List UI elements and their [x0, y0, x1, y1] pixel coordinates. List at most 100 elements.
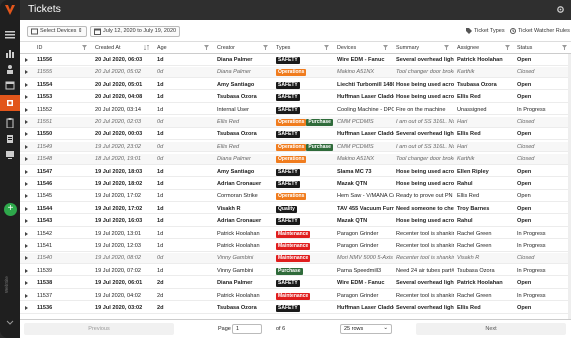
- expand-row-icon[interactable]: [25, 244, 28, 248]
- cell-id: 11539: [37, 267, 53, 274]
- next-button[interactable]: Next: [416, 323, 566, 335]
- table-row[interactable]: 11536 19 Jul 2020, 03:02 2d Tsubasa Ozora SA…: [20, 303, 571, 314]
- expand-row-icon[interactable]: [25, 82, 28, 87]
- table-row[interactable]: 11554 20 Jul 2020, 05:01 1d Amy Santiago SAF…: [20, 80, 571, 91]
- table-row[interactable]: 11548 18 Jul 2020, 19:01 0d Diana Palmer Ope…: [20, 154, 571, 165]
- table-row[interactable]: 11537 19 Jul 2020, 04:02 2d Patrick Hoolaha…: [20, 291, 571, 302]
- table-row[interactable]: 11555 20 Jul 2020, 05:02 0d Diana Palmer Ope…: [20, 67, 571, 78]
- table-row[interactable]: 11543 19 Jul 2020, 16:03 1d Adrian Cronauer…: [20, 216, 571, 227]
- column-header-status[interactable]: Status: [517, 45, 532, 51]
- cell-summary: Ready to prove out PN 90: [396, 193, 454, 200]
- cell-assignee: Rachel Green: [457, 230, 492, 237]
- column-header-assignee[interactable]: Assignee: [457, 45, 479, 51]
- cell-age: 0d: [157, 156, 164, 163]
- table-row[interactable]: 11553 20 Jul 2020, 04:08 1d Tsubasa Ozora SA…: [20, 92, 571, 103]
- filter-icon[interactable]: [383, 45, 388, 50]
- cell-assignee: Karthik: [457, 156, 475, 163]
- expand-row-icon[interactable]: [25, 95, 28, 100]
- monitor-icon[interactable]: [5, 150, 15, 160]
- cell-created-at: 19 Jul 2020, 17:02: [95, 193, 142, 200]
- cell-created-at: 19 Jul 2020, 06:01: [95, 280, 143, 287]
- table-row[interactable]: 11540 19 Jul 2020, 08:02 0d Vinny Gambini Ma…: [20, 253, 571, 264]
- cell-types: Operations: [276, 193, 334, 201]
- ticket-types-link[interactable]: Ticket Types: [466, 28, 505, 34]
- type-badge: Purchase: [306, 119, 333, 126]
- table-row[interactable]: 11544 19 Jul 2020, 17:02 1d Visakh R Quality…: [20, 204, 571, 215]
- cell-summary: Need someone to check: [396, 205, 454, 212]
- expand-row-icon[interactable]: [25, 182, 28, 186]
- collapse-icon[interactable]: [5, 318, 15, 328]
- type-badge: Maintenance: [276, 292, 311, 300]
- page-title: Tickets: [28, 3, 61, 15]
- column-header-summary[interactable]: Summary: [396, 45, 419, 51]
- expand-row-icon[interactable]: [25, 58, 28, 62]
- brand-label: WebSite: [4, 276, 9, 294]
- select-devices-button[interactable]: Select Devices ⇕: [27, 26, 87, 37]
- table-row[interactable]: 11549 19 Jul 2020, 23:02 0d Ellis Red Operat…: [20, 141, 571, 153]
- expand-row-icon[interactable]: [25, 206, 28, 211]
- grid-menu-icon[interactable]: [5, 30, 15, 40]
- expand-row-icon[interactable]: [25, 107, 28, 112]
- expand-row-icon[interactable]: [25, 231, 28, 236]
- tickets-panel: Select Devices ⇕ July 12, 2020 to July 1…: [20, 20, 571, 338]
- expand-row-icon[interactable]: [25, 306, 28, 310]
- filter-icon[interactable]: [444, 45, 449, 50]
- filter-icon[interactable]: [82, 45, 87, 50]
- table-row[interactable]: 11551 20 Jul 2020, 02:03 0d Ellis Red Operat…: [20, 117, 571, 128]
- table-row[interactable]: 11542 19 Jul 2020, 13:01 1d Patrick Hoolaha…: [20, 229, 571, 240]
- column-header-creator[interactable]: Creator: [217, 45, 235, 51]
- column-header-created-at[interactable]: Created At: [95, 45, 120, 51]
- date-range-button[interactable]: July 12, 2020 to July 19, 2020: [90, 26, 181, 37]
- expand-row-icon[interactable]: [25, 169, 28, 174]
- gear-icon[interactable]: [556, 5, 565, 14]
- table-row[interactable]: 11552 20 Jul 2020, 03:14 1d Internal User SA…: [20, 105, 571, 116]
- rows-per-page-select[interactable]: 25 rows ⌄: [340, 324, 392, 334]
- worker-icon[interactable]: [5, 64, 15, 74]
- chart-icon[interactable]: [5, 48, 15, 58]
- expand-row-icon[interactable]: [25, 281, 28, 286]
- rows-per-page-value: 25 rows: [344, 326, 364, 332]
- expand-row-icon[interactable]: [25, 256, 28, 261]
- filter-icon[interactable]: [324, 45, 329, 50]
- page-input[interactable]: 1: [232, 324, 262, 334]
- filter-icon[interactable]: [204, 45, 209, 50]
- previous-button[interactable]: Previous: [24, 323, 174, 335]
- ticket-types-label: Ticket Types: [474, 28, 505, 34]
- sort-icon[interactable]: [144, 45, 149, 50]
- column-header-devices[interactable]: Devices: [337, 45, 356, 51]
- ticket-watcher-rules-link[interactable]: Ticket Watcher Rules: [510, 28, 570, 34]
- expand-row-icon[interactable]: [25, 144, 28, 149]
- cell-types: Operations: [276, 69, 334, 77]
- expand-row-icon[interactable]: [25, 70, 28, 75]
- calendar-icon[interactable]: [5, 80, 15, 90]
- cell-types: Maintenance: [276, 243, 334, 250]
- type-badge: Operations: [276, 193, 307, 201]
- column-header-age[interactable]: Age: [157, 45, 167, 51]
- filter-icon[interactable]: [562, 45, 567, 50]
- expand-row-icon[interactable]: [25, 268, 28, 273]
- filter-icon[interactable]: [505, 45, 510, 50]
- column-header-id[interactable]: ID: [37, 45, 42, 51]
- column-header-types[interactable]: Types: [276, 45, 290, 51]
- expand-row-icon[interactable]: [25, 120, 28, 124]
- expand-row-icon[interactable]: [25, 157, 28, 162]
- table-row[interactable]: 11545 19 Jul 2020, 17:02 1d Cormoran Strike…: [20, 191, 571, 202]
- table-row[interactable]: 11541 19 Jul 2020, 12:03 1d Patrick Hoolaha…: [20, 241, 571, 252]
- expand-row-icon[interactable]: [25, 219, 28, 224]
- logo-icon: [5, 5, 15, 15]
- add-button[interactable]: +: [4, 203, 17, 216]
- cell-types: SAFETY: [276, 81, 334, 89]
- table-row[interactable]: 11539 19 Jul 2020, 07:02 1d Vinny Gambini Pu…: [20, 266, 571, 277]
- table-row[interactable]: 11546 19 Jul 2020, 18:02 1d Adrian Cronauer…: [20, 179, 571, 190]
- table-row[interactable]: 11547 19 Jul 2020, 18:03 1d Amy Santiago SAF…: [20, 167, 571, 178]
- document-icon[interactable]: [5, 134, 15, 144]
- table-row[interactable]: 11550 20 Jul 2020, 00:03 1d Tsubasa Ozora SA…: [20, 129, 571, 140]
- table-row[interactable]: 11556 20 Jul 2020, 06:03 1d Diana Palmer SAF…: [20, 55, 571, 66]
- expand-row-icon[interactable]: [25, 293, 28, 298]
- expand-row-icon[interactable]: [25, 132, 28, 137]
- cell-created-at: 19 Jul 2020, 16:03: [95, 218, 143, 225]
- clipboard-icon[interactable]: [5, 118, 15, 128]
- expand-row-icon[interactable]: [25, 194, 28, 199]
- table-row[interactable]: 11538 19 Jul 2020, 06:01 2d Diana Palmer SAF…: [20, 278, 571, 289]
- filter-icon[interactable]: [263, 45, 268, 50]
